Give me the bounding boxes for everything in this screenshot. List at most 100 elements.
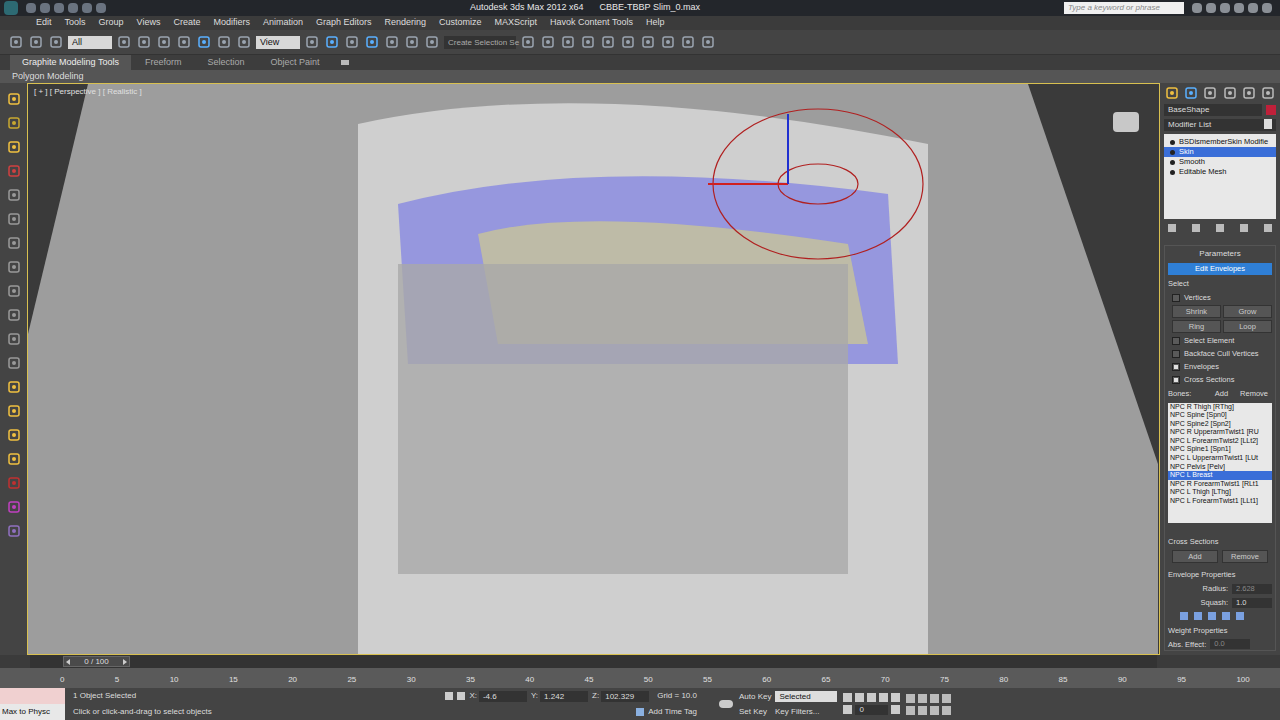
angle-snap-icon[interactable] [364,34,380,50]
bone-item[interactable]: NPC L Thigh [LThg] [1168,488,1272,497]
quick-access-icon[interactable] [96,3,106,13]
next-frame-icon[interactable] [123,659,127,665]
checkbox-row[interactable]: Cross Sections [1172,374,1272,385]
checkbox[interactable] [1172,350,1180,358]
manipulate-icon[interactable] [324,34,340,50]
navigation-icon[interactable] [930,694,939,703]
window-control-icon[interactable] [1234,3,1244,13]
layers-icon[interactable] [560,34,576,50]
render-icon[interactable] [700,34,716,50]
tool-icon[interactable] [6,403,22,419]
menu-item[interactable]: Views [137,16,161,30]
rollout-title[interactable]: Parameters [1168,248,1272,260]
render-setup-icon[interactable] [660,34,676,50]
checkbox-row[interactable]: Backface Cull Vertices [1172,348,1272,359]
quick-access-icon[interactable] [26,3,36,13]
playback-icon[interactable] [879,693,888,702]
checkbox-row[interactable]: Vertices [1172,292,1272,303]
window-control-icon[interactable] [1206,3,1216,13]
unlink-icon[interactable] [28,34,44,50]
bone-item[interactable]: NPC Spine2 [Spn2] [1168,420,1272,429]
ribbon-options-icon[interactable] [341,60,349,65]
quick-access-icon[interactable] [82,3,92,13]
schematic-icon[interactable] [620,34,636,50]
select-button[interactable]: Grow [1223,305,1272,318]
tool-icon[interactable] [6,427,22,443]
tool-icon[interactable] [6,91,22,107]
stack-tool-icon[interactable] [1240,224,1248,232]
tool-icon[interactable] [6,499,22,515]
time-config-icon[interactable] [891,705,900,714]
bone-item[interactable]: NPC R Thigh [RThg] [1168,403,1272,412]
playback-icon[interactable] [855,693,864,702]
panel-tab-icon[interactable] [1183,85,1199,101]
viewport[interactable]: [ + ] [ Perspective ] [ Realistic ] [27,83,1160,655]
bone-item[interactable]: NPC R UpperarmTwist1 [RU [1168,428,1272,437]
select-by-name-icon[interactable] [136,34,152,50]
menu-item[interactable]: Tools [65,16,86,30]
menu-item[interactable]: Edit [36,16,52,30]
tool-icon[interactable] [6,379,22,395]
menu-item[interactable]: Havok Content Tools [550,16,633,30]
ribbon-tab[interactable]: Freeform [133,55,194,70]
bone-item[interactable]: NPC L Breast [1168,471,1272,480]
bones-button[interactable]: Remove [1236,388,1272,399]
key-mode-dropdown[interactable]: Selected [775,691,837,702]
transform-mode-icon[interactable] [457,692,465,700]
modifier-toggle-icon[interactable] [1170,150,1175,155]
window-control-icon[interactable] [1220,3,1230,13]
navigation-icon[interactable] [918,706,927,715]
bone-item[interactable]: NPC R ForearmTwist1 [RLt1 [1168,480,1272,489]
cross-section-button[interactable]: Remove [1222,550,1268,563]
app-logo-icon[interactable] [4,1,18,15]
tool-icon[interactable] [6,523,22,539]
menu-item[interactable]: Help [646,16,665,30]
envelope-field[interactable]: 1.0 [1232,598,1272,608]
bones-button[interactable]: Add [1211,388,1232,399]
align-icon[interactable] [540,34,556,50]
lock-icon[interactable] [445,692,453,700]
checkbox[interactable] [1172,337,1180,345]
modifier-stack-item[interactable]: Smooth [1164,157,1276,167]
ribbon-tab[interactable]: Selection [195,55,256,70]
panel-tab-icon[interactable] [1260,85,1276,101]
modifier-list-dropdown[interactable]: Modifier List [1164,119,1276,131]
pivot-icon[interactable] [304,34,320,50]
material-editor-icon[interactable] [640,34,656,50]
script-listener-field[interactable] [0,688,65,704]
tool-icon[interactable] [6,139,22,155]
scale-icon[interactable] [236,34,252,50]
select-icon[interactable] [116,34,132,50]
checkbox[interactable] [1172,294,1180,302]
menu-item[interactable]: MAXScript [495,16,538,30]
window-control-icon[interactable] [1248,3,1258,13]
stack-tool-icon[interactable] [1192,224,1200,232]
bind-icon[interactable] [48,34,64,50]
modifier-stack-item[interactable]: Editable Mesh [1164,167,1276,177]
tool-icon[interactable] [6,187,22,203]
modifier-toggle-icon[interactable] [1170,170,1175,175]
prev-frame-icon[interactable] [66,659,70,665]
panel-tab-icon[interactable] [1202,85,1218,101]
viewcube-icon[interactable] [1113,112,1139,132]
tool-icon[interactable] [6,355,22,371]
coord-value[interactable]: -4.6 [479,691,527,702]
quick-access-icon[interactable] [40,3,50,13]
render-frame-icon[interactable] [680,34,696,50]
key-mode-icon[interactable] [843,705,852,714]
navigation-icon[interactable] [942,706,951,715]
menu-item[interactable]: Group [99,16,124,30]
coord-value[interactable]: 102.329 [601,691,649,702]
select-button[interactable]: Loop [1223,320,1272,333]
selection-filter[interactable]: All [68,36,112,49]
tool-icon[interactable] [6,163,22,179]
window-crossing-icon[interactable] [176,34,192,50]
checkbox-row[interactable]: Select Element [1172,335,1272,346]
tool-icon[interactable] [6,235,22,251]
envelope-field[interactable]: 2.628 [1232,584,1272,594]
menu-item[interactable]: Graph Editors [316,16,372,30]
search-field[interactable]: Type a keyword or phrase [1064,2,1184,14]
curve-editor-icon[interactable] [600,34,616,50]
ribbon-toggle-icon[interactable] [580,34,596,50]
edit-named-selection-icon[interactable] [424,34,440,50]
